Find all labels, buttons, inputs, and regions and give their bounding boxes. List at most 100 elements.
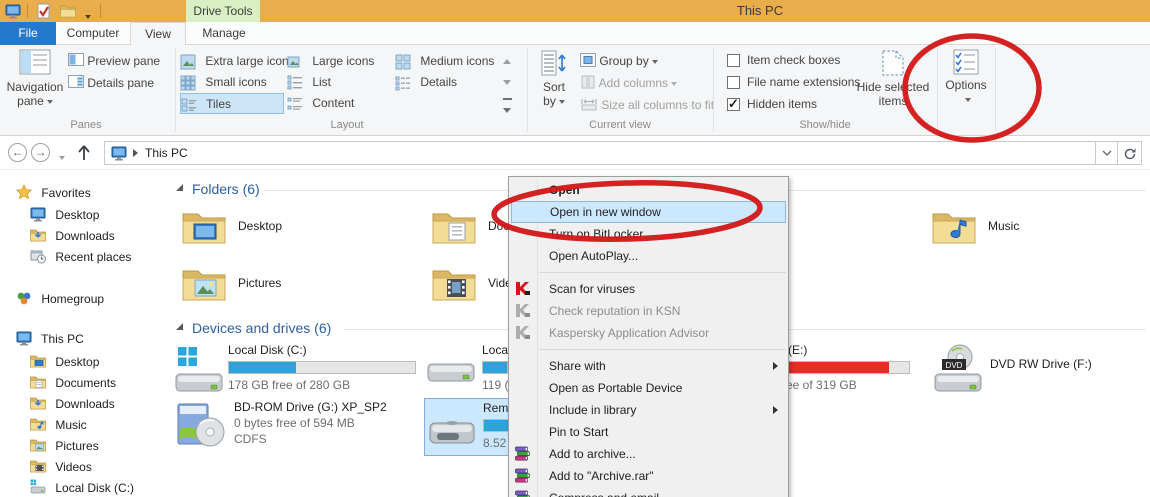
menu-item-compress-and-email[interactable]: Compress and email... [509,487,788,497]
folder-label: Desktop [238,219,283,233]
item-check-boxes-box[interactable] [727,54,740,68]
refresh-button[interactable] [1118,141,1142,165]
small-icons-icon [180,75,196,91]
sidebar-pc-documents[interactable]: Documents [30,373,116,393]
drive-name: BD-ROM Drive (G:) XP_SP2 [234,400,387,414]
show-hide-group-label: Show/hide [799,119,851,131]
local-disk-d-icon [427,363,475,382]
drive-free-space: 178 GB free of 280 GB [228,378,351,392]
folders-collapse-icon[interactable] [176,184,183,191]
layout-scroll-down-button[interactable] [499,72,515,93]
sidebar-pc-music[interactable]: Music [30,415,87,435]
sidebar-pc-videos[interactable]: Videos [30,457,92,477]
sidebar-item-label: Desktop [55,208,100,222]
breadcrumb-location[interactable]: This PC [145,146,188,160]
sidebar-this-pc[interactable]: This PC [16,329,84,349]
layout-list[interactable]: List [287,72,391,93]
tab-view[interactable]: View [130,22,186,46]
item-check-boxes-checkbox[interactable]: Item check boxes [727,53,840,68]
qat-dropdown-icon[interactable] [82,9,91,23]
sidebar-favorites[interactable]: Favorites [16,183,91,203]
layout-content[interactable]: Content [287,93,391,114]
tab-manage[interactable]: Manage [190,22,258,45]
menu-item-open-as-portable-device[interactable]: Open as Portable Device [509,377,788,399]
devices-group-header[interactable]: Devices and drives (6) [192,320,331,336]
devices-collapse-icon[interactable] [176,323,183,330]
address-bar[interactable]: This PC [104,141,1096,165]
menu-item-add-to-archive-rar[interactable]: Add to "Archive.rar" [509,465,788,487]
drive-free-space-fragment: 8.52 [483,436,507,450]
drive-tile-dvd-f[interactable]: DVD DVD RW Drive (F:) [932,343,1150,397]
layout-tiles-selected[interactable]: Tiles [180,93,284,114]
system-menu-icon[interactable] [5,3,21,19]
layout-large-icons[interactable]: Large icons [287,51,391,72]
hidden-items-checkbox[interactable]: Hidden items [727,96,817,112]
menu-item-pin-to-start[interactable]: Pin to Start [509,421,788,443]
sort-by-dropdown-icon [558,99,565,104]
qat-properties-icon[interactable] [36,3,52,19]
up-button[interactable] [76,144,92,162]
recent-locations-dropdown-icon[interactable] [56,150,65,164]
sidebar-item-desktop[interactable]: Desktop [30,205,99,225]
size-all-columns-button[interactable]: Size all columns to fit [580,97,714,112]
folder-tile-music[interactable]: Music [932,206,1150,258]
menu-item-check-reputation-ksn[interactable]: Check reputation in KSN [509,300,788,322]
layout-small-icons[interactable]: Small icons [180,72,284,93]
back-button[interactable]: ← [8,143,27,162]
folders-group-header[interactable]: Folders (6) [192,181,260,197]
sidebar-pc-desktop[interactable]: Desktop [30,352,99,372]
drive-tile-bdrom-g[interactable]: BD-ROM Drive (G:) XP_SP2 0 bytes free of… [174,400,424,456]
ribbon-separator-4 [937,48,938,132]
breadcrumb-chevron-icon[interactable] [133,149,138,157]
tab-file[interactable]: File [0,22,56,45]
drive-tile-local-disk-d[interactable]: Loca 119 ( [424,343,508,397]
navigation-pane-button[interactable]: Navigation pane [6,49,64,108]
drive-free-space: 0 bytes free of 594 MB [234,416,355,430]
sidebar-item-label: Pictures [55,439,99,453]
menu-item-include-in-library[interactable]: Include in library [509,399,788,421]
menu-item-open[interactable]: Open [509,179,788,201]
file-name-extensions-box[interactable] [727,76,740,90]
address-dropdown-button[interactable] [1096,141,1118,165]
folder-tile-pictures[interactable]: Pictures [182,263,412,315]
layout-details[interactable]: Details [395,72,495,93]
drive-tools-contextual-tab[interactable]: Drive Tools [186,0,260,22]
menu-item-open-in-new-window[interactable]: Open in new window [511,201,786,223]
file-name-extensions-checkbox[interactable]: File name extensions [727,75,860,90]
forward-button[interactable]: → [31,143,50,162]
layout-extra-large-icons[interactable]: Extra large icons [180,51,295,72]
details-pane-button[interactable]: Details pane [68,75,154,90]
menu-item-label: Compress and email... [549,491,669,497]
sidebar-item-downloads[interactable]: Downloads [30,226,115,246]
qat-new-folder-icon[interactable] [60,3,76,19]
folder-tile-downloads[interactable]: ls [776,206,876,258]
hidden-items-box[interactable] [727,96,740,112]
menu-item-kaspersky-application-advisor[interactable]: Kaspersky Application Advisor [509,322,788,344]
sidebar-item-recent-places[interactable]: Recent places [30,247,131,267]
options-button[interactable]: Options [940,49,992,106]
sidebar-pc-pictures[interactable]: Pictures [30,436,99,456]
menu-item-add-to-archive[interactable]: Add to archive... [509,443,788,465]
layout-medium-icons[interactable]: Medium icons [395,51,495,72]
menu-item-open-autoplay[interactable]: Open AutoPlay... [509,245,788,267]
menu-item-turn-on-bitlocker[interactable]: Turn on BitLocker [509,223,788,245]
preview-pane-button[interactable]: Preview pane [68,53,160,68]
drive-tile-local-disk-c[interactable]: Local Disk (C:) 178 GB free of 280 GB [174,343,424,397]
folder-tile-desktop[interactable]: Desktop [182,206,412,258]
group-by-button[interactable]: Group by [580,53,658,68]
sidebar-pc-downloads[interactable]: Downloads [30,394,115,414]
sidebar-homegroup[interactable]: Homegroup [16,289,104,309]
layout-more-button[interactable] [499,93,515,115]
menu-item-share-with[interactable]: Share with [509,355,788,377]
sort-by-button[interactable]: Sort by [532,49,576,108]
add-columns-button[interactable]: Add columns [580,75,678,90]
sidebar-pc-local-disk-c[interactable]: Local Disk (C:) [30,478,134,497]
tab-computer[interactable]: Computer [56,22,130,45]
sort-by-icon [541,50,566,76]
menu-item-scan-for-viruses[interactable]: Scan for viruses [509,278,788,300]
layout-scroll-up-button[interactable] [499,51,515,72]
drive-tile-e[interactable]: (E:) ee of 319 GB [786,343,914,397]
hide-selected-items-button[interactable]: Hide selected items [856,49,930,108]
folder-label: Pictures [238,276,282,290]
drive-tile-removable-selected[interactable]: Rem 8.52 [424,398,510,456]
